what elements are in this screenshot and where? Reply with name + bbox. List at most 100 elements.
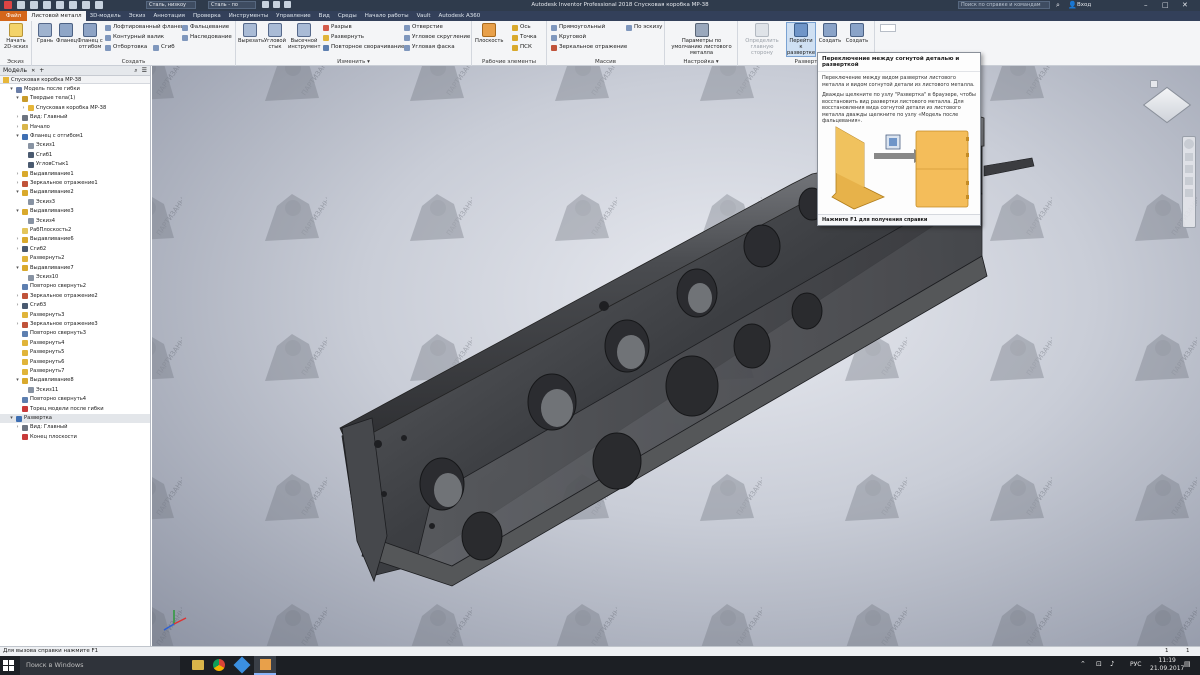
ribbon-options-icon[interactable] — [880, 24, 896, 32]
tab-get-started[interactable]: Начало работы — [361, 11, 413, 21]
inventor-taskbar-button[interactable] — [254, 656, 276, 675]
material-select[interactable]: Сталь, низкоу — [146, 1, 196, 9]
browser-node[interactable]: Эскиз4 — [21, 217, 55, 226]
browser-tab-model[interactable]: Модель — [3, 67, 27, 74]
expander-icon[interactable]: › — [15, 301, 20, 310]
bend-button[interactable]: Сгиб — [153, 44, 175, 51]
save-icon[interactable] — [43, 1, 51, 9]
browser-node[interactable]: Повторно свернуть4 — [15, 395, 86, 404]
browser-node[interactable]: Эскиз11 — [21, 386, 58, 395]
expander-icon[interactable]: › — [15, 113, 20, 122]
pan-icon[interactable] — [1185, 153, 1193, 161]
tab-file[interactable]: Файл — [0, 11, 28, 21]
clear-appearance-icon[interactable] — [262, 1, 269, 8]
create-drawing-button[interactable]: Создать — [818, 23, 842, 44]
expander-icon[interactable]: › — [15, 170, 20, 179]
tab-vault[interactable]: Vault — [413, 11, 435, 21]
browser-node[interactable]: › Выдавливание1 — [15, 170, 74, 179]
mirror-button[interactable]: Зеркальное отражение — [551, 44, 627, 51]
browser-node[interactable]: Повторно свернуть2 — [15, 282, 86, 291]
hole-button[interactable]: Отверстие — [404, 24, 443, 31]
browser-node[interactable]: › Спусковая коробка МР-38 — [21, 104, 106, 113]
ucs-button[interactable]: ПСК — [512, 44, 532, 51]
browser-node[interactable]: › Сгиб2 — [15, 245, 46, 254]
punch-tool-button[interactable]: Высечной инструмент — [288, 23, 321, 50]
expander-icon[interactable]: ▾ — [15, 207, 20, 216]
appearance-select[interactable]: Сталь - по — [208, 1, 256, 9]
expander-icon[interactable]: › — [15, 423, 20, 432]
start-sketch-button[interactable]: Начать 2D-эскиз — [2, 23, 30, 50]
tab-tools[interactable]: Инструменты — [225, 11, 272, 21]
volume-icon[interactable]: ♪ — [1110, 660, 1114, 668]
browser-node[interactable]: ▾ Твердые тела(1) — [15, 94, 75, 103]
hem-button[interactable]: Фальцевание — [182, 24, 229, 31]
tab-a360[interactable]: Autodesk A360 — [435, 11, 485, 21]
unfold-button[interactable]: Развернуть — [323, 34, 364, 41]
browser-node[interactable]: › Начало — [15, 123, 50, 132]
tab-inspect[interactable]: Проверка — [189, 11, 225, 21]
signin-link[interactable]: Вход — [1077, 0, 1091, 11]
start-button[interactable] — [3, 660, 14, 671]
face-button[interactable]: Грань — [35, 23, 55, 44]
browser-node[interactable]: Конец плоскости — [15, 433, 77, 442]
browser-node[interactable]: Развернуть3 — [15, 311, 64, 320]
circ-pattern-button[interactable]: Круговой — [551, 34, 586, 41]
graphics-viewport[interactable]: ПАРТИЗАНЫ ПАРТИЗАНЫ ПАРТИЗАНЫ ПАРТИЗАНЫ ПАРТ… — [152, 66, 1200, 646]
taskbar-clock[interactable]: 11:19 21.09.2017 — [1150, 657, 1184, 673]
tab-view[interactable]: Вид — [315, 11, 334, 21]
help-search-input[interactable]: Поиск по справке и командам — [958, 1, 1050, 9]
browser-node[interactable]: Повторно свернуть3 — [15, 329, 86, 338]
minimize-icon[interactable]: – — [1144, 0, 1148, 11]
sketch-driven-pattern-button[interactable]: По эскизу — [626, 24, 662, 31]
browser-node[interactable]: Эскиз3 — [21, 198, 55, 207]
home-icon[interactable] — [82, 1, 90, 9]
browser-node[interactable]: ▾ Развертка — [0, 414, 150, 423]
browser-node[interactable]: › Сгиб3 — [15, 301, 46, 310]
expander-icon[interactable]: ▾ — [9, 414, 14, 423]
expander-icon[interactable]: ▾ — [9, 85, 14, 94]
expander-icon[interactable]: ▾ — [15, 264, 20, 273]
network-icon[interactable]: ⊡ — [1096, 660, 1102, 668]
orbit-icon[interactable] — [1185, 177, 1193, 185]
user-icon[interactable]: 👤 — [1068, 0, 1077, 11]
file-explorer-icon[interactable] — [192, 660, 204, 670]
expander-icon[interactable]: › — [15, 320, 20, 329]
redo-icon[interactable] — [69, 1, 77, 9]
steering-wheel-icon[interactable] — [1184, 139, 1194, 149]
browser-node[interactable]: › Зеркальное отражение1 — [15, 179, 98, 188]
search-icon[interactable]: ⌕ — [1056, 1, 1060, 9]
maximize-icon[interactable]: □ — [1162, 0, 1169, 11]
corner-seam-button[interactable]: Угловой стык — [263, 23, 287, 50]
flange-button[interactable]: Фланец — [56, 23, 77, 44]
update-icon[interactable] — [95, 1, 103, 9]
browser-node[interactable]: Развернуть7 — [15, 367, 64, 376]
adjust-icon[interactable] — [273, 1, 280, 8]
browser-node[interactable]: ▾ Выдавливание8 — [15, 376, 74, 385]
browser-node[interactable]: ▾ Модель после гибки — [9, 85, 80, 94]
browser-root[interactable]: Спусковая коробка МР-38 — [0, 76, 150, 84]
browser-node[interactable]: Торец модели после гибки — [15, 405, 104, 414]
expander-icon[interactable]: › — [15, 235, 20, 244]
expander-icon[interactable]: ▾ — [15, 132, 20, 141]
taskbar-search-input[interactable]: Поиск в Windows — [20, 656, 180, 675]
plane-button[interactable]: Плоскость — [475, 23, 503, 44]
sheet-metal-part[interactable] — [152, 66, 1200, 646]
cut-tool-button[interactable]: Вырезать — [238, 23, 264, 44]
fold-button[interactable]: Наследование — [182, 34, 232, 41]
open-icon[interactable] — [30, 1, 38, 9]
expander-icon[interactable]: ▾ — [15, 376, 20, 385]
browser-node[interactable]: › Вид: Главный — [15, 113, 68, 122]
expander-icon[interactable]: › — [15, 179, 20, 188]
point-button[interactable]: Точка — [512, 34, 537, 41]
browser-node[interactable]: ▾ Выдавливание7 — [15, 264, 74, 273]
browser-menu-icon[interactable]: ☰ — [142, 67, 147, 74]
browser-node[interactable]: Развернуть6 — [15, 358, 64, 367]
contour-flange-button[interactable]: Фланец с отгибом — [77, 23, 103, 50]
rect-pattern-button[interactable]: Прямоугольный — [551, 24, 605, 31]
tab-3d-model[interactable]: 3D-модель — [86, 11, 125, 21]
browser-node[interactable]: Развернуть4 — [15, 339, 64, 348]
app-menu-icon[interactable] — [4, 1, 12, 9]
refold-button[interactable]: Повторное сворачивание — [323, 44, 404, 51]
undo-icon[interactable] — [56, 1, 64, 9]
browser-node[interactable]: Развернуть5 — [15, 348, 64, 357]
